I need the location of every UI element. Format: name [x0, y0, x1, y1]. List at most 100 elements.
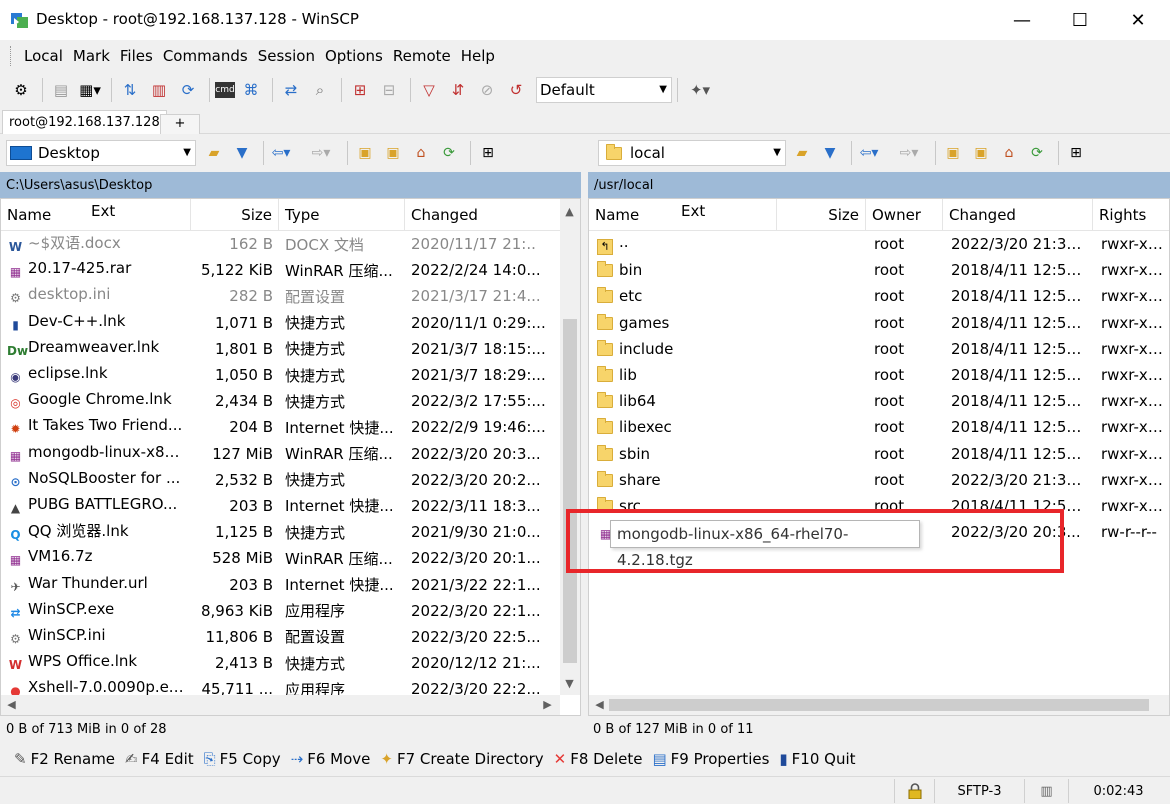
- parent-directory-icon[interactable]: ▣: [353, 141, 377, 165]
- table-row[interactable]: ✹ It Takes Two Friend... 204 B Internet 快捷.…: [1, 414, 560, 440]
- menu-help[interactable]: Help: [456, 47, 500, 65]
- menu-session[interactable]: Session: [253, 47, 320, 65]
- menu-remote[interactable]: Remote: [388, 47, 456, 65]
- column-size[interactable]: Size: [191, 199, 279, 231]
- open-folder-icon[interactable]: ▰: [790, 141, 814, 165]
- maximize-button[interactable]: ☐: [1054, 0, 1106, 40]
- back-icon[interactable]: ⇦▾: [857, 141, 881, 165]
- root-directory-icon[interactable]: ▣: [381, 141, 405, 165]
- select-plus-icon[interactable]: ⊞: [347, 77, 373, 103]
- minimize-button[interactable]: —: [996, 0, 1048, 40]
- home-icon[interactable]: ⌂: [409, 141, 433, 165]
- scroll-down-icon[interactable]: ▼: [561, 677, 578, 690]
- fkey-button-move[interactable]: ⇢ F6 Move: [291, 750, 371, 768]
- putty-icon[interactable]: ⌘: [238, 77, 264, 103]
- table-row[interactable]: ✈ War Thunder.url 203 B Internet 快捷... 2021/…: [1, 571, 560, 597]
- fkey-button-copy[interactable]: ⎘ F5 Copy: [204, 750, 281, 768]
- table-row[interactable]: ⚙ desktop.ini 282 B 配置设置 2021/3/17 21:4...: [1, 283, 560, 309]
- open-folder-icon[interactable]: ▰: [202, 141, 226, 165]
- terminal-icon[interactable]: cmd: [215, 82, 235, 98]
- table-row[interactable]: W ~$双语.docx 162 B DOCX 文档 2020/11/17 21:..: [1, 231, 560, 257]
- session-icon[interactable]: ⇄: [278, 77, 304, 103]
- table-row[interactable]: ▮ Dev-C++.lnk 1,071 B 快捷方式 2020/11/1 0:29:..…: [1, 310, 560, 336]
- table-row[interactable]: ⚙ WinSCP.ini 11,806 B 配置设置 2022/3/20 22:5...: [1, 624, 560, 650]
- scroll-up-icon[interactable]: ▲: [561, 205, 578, 218]
- unselect-minus-icon[interactable]: ⊟: [376, 77, 402, 103]
- fkey-button-edit[interactable]: ✍ F4 Edit: [125, 750, 194, 768]
- column-changed[interactable]: Changed: [405, 199, 560, 231]
- table-row[interactable]: DwDreamweaver.lnk 1,801 B 快捷方式 2021/3/7 18:…: [1, 336, 560, 362]
- right-location-dropdown[interactable]: local ▼: [598, 140, 786, 166]
- left-horizontal-scrollbar[interactable]: ◀ ▶: [1, 695, 560, 715]
- home-icon[interactable]: ⌂: [997, 141, 1021, 165]
- restore-selection-icon[interactable]: ↺: [503, 77, 529, 103]
- column-owner[interactable]: Owner: [866, 199, 943, 231]
- column-ext[interactable]: Ext: [91, 199, 115, 227]
- table-row[interactable]: include root 2018/4/11 12:59:... rwxr-xr-x: [589, 336, 1169, 362]
- transfer-options-icon[interactable]: ✦▾: [683, 77, 717, 103]
- right-scroll-thumb[interactable]: [609, 699, 1149, 711]
- table-row[interactable]: Q QQ 浏览器.lnk 1,125 B 快捷方式 2021/9/30 21:0...: [1, 519, 560, 545]
- queue-options-icon[interactable]: ▦▾: [77, 77, 103, 103]
- table-row[interactable]: lib root 2018/4/11 12:59:... rwxr-xr-x: [589, 362, 1169, 388]
- column-ext[interactable]: Ext: [681, 199, 705, 227]
- table-row[interactable]: libexec root 2018/4/11 12:59:... rwxr-xr-x: [589, 414, 1169, 440]
- table-row[interactable]: ◎ Google Chrome.lnk 2,434 B 快捷方式 2022/3/2 17…: [1, 388, 560, 414]
- tree-view-icon[interactable]: ⊞: [1064, 141, 1088, 165]
- column-size[interactable]: Size: [777, 199, 866, 231]
- scroll-left-icon[interactable]: ◀: [3, 698, 20, 711]
- table-row[interactable]: ▦ 20.17-425.rar 5,122 KiB WinRAR 压缩... 2022/…: [1, 257, 560, 283]
- compare-directories-icon[interactable]: ▥: [146, 77, 172, 103]
- back-icon[interactable]: ⇦▾: [269, 141, 293, 165]
- right-horizontal-scrollbar[interactable]: ◀: [589, 695, 1169, 715]
- table-row[interactable]: ▲ PUBG BATTLEGRO... 203 B Internet 快捷... 202…: [1, 493, 560, 519]
- parent-directory-icon[interactable]: ▣: [941, 141, 965, 165]
- queue-icon[interactable]: ▤: [48, 77, 74, 103]
- table-row[interactable]: ⊙ NoSQLBooster for ... 2,532 B 快捷方式 2022/3/2…: [1, 467, 560, 493]
- table-row[interactable]: ▦ VM16.7z 528 MiB WinRAR 压缩... 2022/3/20 20:…: [1, 545, 560, 571]
- table-row[interactable]: games root 2018/4/11 12:59:... rwxr-xr-x: [589, 310, 1169, 336]
- menu-mark[interactable]: Mark: [68, 47, 115, 65]
- preferences-gear-icon[interactable]: ⚙: [8, 77, 34, 103]
- left-scroll-thumb[interactable]: [563, 319, 577, 663]
- root-directory-icon[interactable]: ▣: [969, 141, 993, 165]
- forward-icon[interactable]: ⇨▾: [897, 141, 921, 165]
- menu-files[interactable]: Files: [115, 47, 158, 65]
- refresh-icon[interactable]: ⟳: [437, 141, 461, 165]
- table-row[interactable]: ◉ eclipse.lnk 1,050 B 快捷方式 2021/3/7 18:29:..…: [1, 362, 560, 388]
- refresh-icon[interactable]: ⟳: [1025, 141, 1049, 165]
- invert-selection-icon[interactable]: ⇵: [445, 77, 471, 103]
- table-row[interactable]: ▦ mongodb-linux-x86... 127 MiB WinRAR 压缩...…: [1, 441, 560, 467]
- forward-icon[interactable]: ⇨▾: [309, 141, 333, 165]
- table-row[interactable]: ↰.. root 2022/3/20 21:36:... rwxr-xr-x: [589, 231, 1169, 257]
- table-row[interactable]: lib64 root 2018/4/11 12:59:... rwxr-xr-x: [589, 388, 1169, 414]
- clear-selection-icon[interactable]: ⊘: [474, 77, 500, 103]
- left-vertical-scrollbar[interactable]: ▲ ▼: [560, 199, 580, 695]
- table-row[interactable]: W WPS Office.lnk 2,413 B 快捷方式 2020/12/12 21:…: [1, 650, 560, 676]
- find-files-icon[interactable]: ⌕: [307, 77, 333, 103]
- scroll-right-icon[interactable]: ▶: [539, 698, 556, 711]
- menu-options[interactable]: Options: [320, 47, 388, 65]
- fkey-button-quit[interactable]: ▮ F10 Quit: [779, 750, 855, 768]
- tree-view-icon[interactable]: ⊞: [476, 141, 500, 165]
- fkey-button-delete[interactable]: ✕ F8 Delete: [554, 750, 643, 768]
- table-row[interactable]: bin root 2018/4/11 12:59:... rwxr-xr-x: [589, 257, 1169, 283]
- table-row[interactable]: ⇄ WinSCP.exe 8,963 KiB 应用程序 2022/3/20 22:1..…: [1, 598, 560, 624]
- fkey-button-create-directory[interactable]: ✦ F7 Create Directory: [380, 750, 543, 768]
- column-type[interactable]: Type: [279, 199, 405, 231]
- synchronize-icon[interactable]: ⇅: [117, 77, 143, 103]
- filter-icon[interactable]: ▼: [230, 141, 254, 165]
- filter-icon[interactable]: ▽: [416, 77, 442, 103]
- filter-icon[interactable]: ▼: [818, 141, 842, 165]
- table-row[interactable]: etc root 2018/4/11 12:59:... rwxr-xr-x: [589, 283, 1169, 309]
- refresh-icon[interactable]: ⟳: [175, 77, 201, 103]
- scroll-left-icon[interactable]: ◀: [591, 698, 608, 711]
- transfer-settings-dropdown[interactable]: Default ▼: [536, 77, 672, 103]
- menu-commands[interactable]: Commands: [158, 47, 253, 65]
- column-name[interactable]: Name Ext: [589, 199, 777, 231]
- menu-local[interactable]: Local: [19, 47, 68, 65]
- column-rights[interactable]: Rights: [1093, 199, 1169, 231]
- left-location-dropdown[interactable]: Desktop ▼: [6, 140, 196, 166]
- fkey-button-rename[interactable]: ✎ F2 Rename: [14, 750, 115, 768]
- table-row[interactable]: share root 2022/3/20 21:36:... rwxr-xr-x: [589, 467, 1169, 493]
